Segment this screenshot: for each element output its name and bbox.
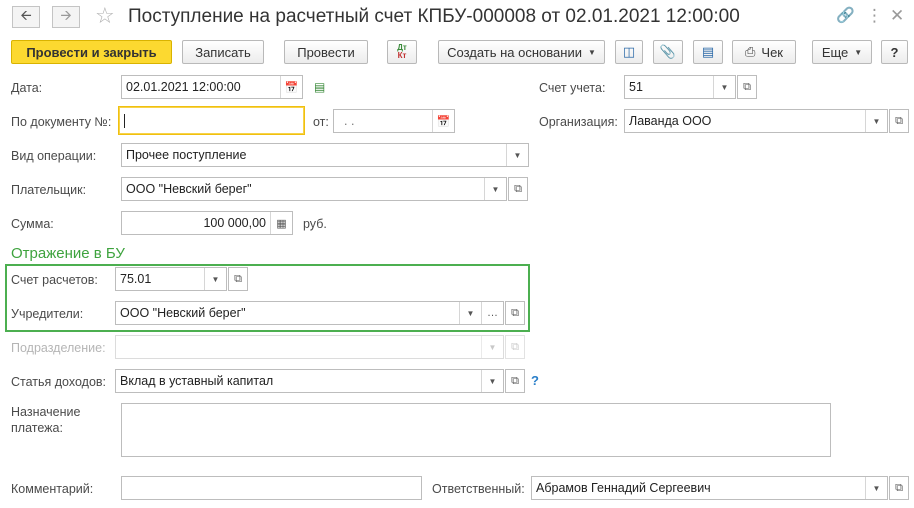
chevron-down-icon: ▼ — [854, 47, 863, 57]
responsible-field[interactable]: Абрамов Геннадий Сергеевич ▼ — [531, 476, 888, 500]
report-button[interactable]: ▤ — [693, 40, 723, 64]
from-label: от: — [313, 115, 329, 129]
more-vertical-icon[interactable]: ⋮ — [866, 6, 883, 26]
open-icon: ⧉ — [505, 335, 525, 359]
post-and-close-button[interactable]: Провести и закрыть — [11, 40, 172, 64]
open-icon[interactable]: ⧉ — [737, 75, 757, 99]
more-label: Еще — [821, 44, 849, 60]
date-label: Дата: — [11, 81, 43, 95]
purpose-textarea[interactable] — [121, 403, 831, 457]
department-label: Подразделение: — [11, 341, 106, 355]
organization-label: Организация: — [539, 115, 618, 129]
founders-label: Учредители: — [11, 307, 84, 321]
printer-icon: ⎙ — [745, 44, 756, 59]
chevron-down-icon[interactable]: ▼ — [865, 477, 887, 499]
payer-label: Плательщик: — [11, 183, 87, 197]
receipt-label: Чек — [761, 44, 783, 60]
account-value: 51 — [629, 80, 643, 94]
ellipsis-icon[interactable]: … — [481, 302, 503, 324]
operation-label: Вид операции: — [11, 149, 97, 163]
chevron-down-icon: ▼ — [587, 47, 596, 57]
open-icon[interactable]: ⧉ — [889, 476, 909, 500]
amount-input[interactable]: 100 000,00 ▦ — [121, 211, 293, 235]
doc-number-label: По документу №: — [11, 115, 112, 129]
dt-kt-button[interactable]: Дт Кт — [387, 40, 417, 64]
operation-value: Прочее поступление — [126, 148, 247, 162]
open-icon[interactable]: ⧉ — [505, 301, 525, 325]
link-icon[interactable]: 🔗 — [836, 6, 855, 26]
close-icon[interactable]: ✕ — [890, 6, 904, 26]
help-icon[interactable]: ? — [531, 373, 539, 388]
organization-field[interactable]: Лаванда ООО ▼ — [624, 109, 888, 133]
post-button[interactable]: Провести — [284, 40, 368, 64]
date-field[interactable]: 02.01.2021 12:00:00 📅 — [121, 75, 303, 99]
purpose-label-line1: Назначение — [11, 405, 81, 419]
comment-label: Комментарий: — [11, 482, 94, 496]
arrow-right-icon: 🡪 — [60, 7, 72, 23]
forward-button[interactable]: 🡪 — [52, 6, 80, 28]
department-field: ▼ — [115, 335, 504, 359]
receipt-button[interactable]: ⎙ Чек — [732, 40, 796, 64]
comment-input[interactable] — [121, 476, 422, 500]
amount-value: 100 000,00 — [203, 216, 266, 230]
back-button[interactable]: 🡨 — [12, 6, 40, 28]
save-button[interactable]: Записать — [182, 40, 264, 64]
document-icon: ▤ — [701, 44, 715, 59]
from-date-field[interactable]: . . 📅 — [333, 109, 455, 133]
page-title: Поступление на расчетный счет КПБУ-00000… — [128, 6, 740, 27]
structure-icon: ◫ — [622, 44, 636, 59]
income-item-value: Вклад в уставный капитал — [120, 374, 274, 388]
chevron-down-icon[interactable]: ▼ — [865, 110, 887, 132]
chevron-down-icon: ▼ — [481, 336, 503, 358]
arrow-left-icon: 🡨 — [20, 7, 32, 23]
from-date-value: . . — [344, 114, 355, 128]
history-icon[interactable]: ▤ — [314, 80, 325, 94]
open-icon[interactable]: ⧉ — [228, 267, 248, 291]
income-item-field[interactable]: Вклад в уставный капитал ▼ — [115, 369, 504, 393]
operation-select[interactable]: Прочее поступление ▼ — [121, 143, 529, 167]
create-based-on-label: Создать на основании — [447, 44, 582, 60]
calendar-icon[interactable]: 📅 — [432, 110, 454, 132]
organization-value: Лаванда ООО — [629, 114, 712, 128]
responsible-label: Ответственный: — [432, 482, 525, 496]
account-label: Счет учета: — [539, 81, 606, 95]
settlement-account-label: Счет расчетов: — [11, 273, 98, 287]
open-icon[interactable]: ⧉ — [889, 109, 909, 133]
open-icon[interactable]: ⧉ — [508, 177, 528, 201]
founders-value: ООО "Невский берег" — [120, 306, 246, 320]
calculator-icon[interactable]: ▦ — [270, 212, 292, 234]
settlement-account-value: 75.01 — [120, 272, 152, 286]
payer-value: ООО "Невский берег" — [126, 182, 252, 196]
favorite-star-icon[interactable]: ☆ — [95, 4, 115, 28]
purpose-label-line2: платежа: — [11, 421, 63, 435]
amount-label: Сумма: — [11, 217, 54, 231]
open-icon[interactable]: ⧉ — [505, 369, 525, 393]
founders-field[interactable]: ООО "Невский берег" ▼ … — [115, 301, 504, 325]
chevron-down-icon[interactable]: ▼ — [713, 76, 735, 98]
currency-label: руб. — [303, 217, 327, 231]
purpose-value — [122, 404, 830, 408]
settlement-account-field[interactable]: 75.01 ▼ — [115, 267, 227, 291]
kt-icon: Кт — [397, 51, 407, 60]
calendar-icon[interactable]: 📅 — [280, 76, 302, 98]
date-value: 02.01.2021 12:00:00 — [126, 80, 241, 94]
attach-button[interactable]: 📎 — [653, 40, 683, 64]
create-based-on-button[interactable]: Создать на основании ▼ — [438, 40, 605, 64]
account-field[interactable]: 51 ▼ — [624, 75, 736, 99]
structure-button[interactable]: ◫ — [615, 40, 643, 64]
payer-field[interactable]: ООО "Невский берег" ▼ — [121, 177, 507, 201]
chevron-down-icon[interactable]: ▼ — [481, 370, 503, 392]
more-button[interactable]: Еще ▼ — [812, 40, 872, 64]
help-button[interactable]: ? — [881, 40, 908, 64]
chevron-down-icon[interactable]: ▼ — [459, 302, 481, 324]
text-cursor — [124, 113, 125, 128]
income-item-label: Статья доходов: — [11, 375, 107, 389]
chevron-down-icon[interactable]: ▼ — [506, 144, 528, 166]
chevron-down-icon[interactable]: ▼ — [484, 178, 506, 200]
paperclip-icon: 📎 — [659, 44, 677, 59]
section-title: Отражение в БУ — [11, 245, 125, 262]
responsible-value: Абрамов Геннадий Сергеевич — [536, 481, 711, 495]
doc-number-input[interactable] — [118, 106, 305, 135]
chevron-down-icon[interactable]: ▼ — [204, 268, 226, 290]
